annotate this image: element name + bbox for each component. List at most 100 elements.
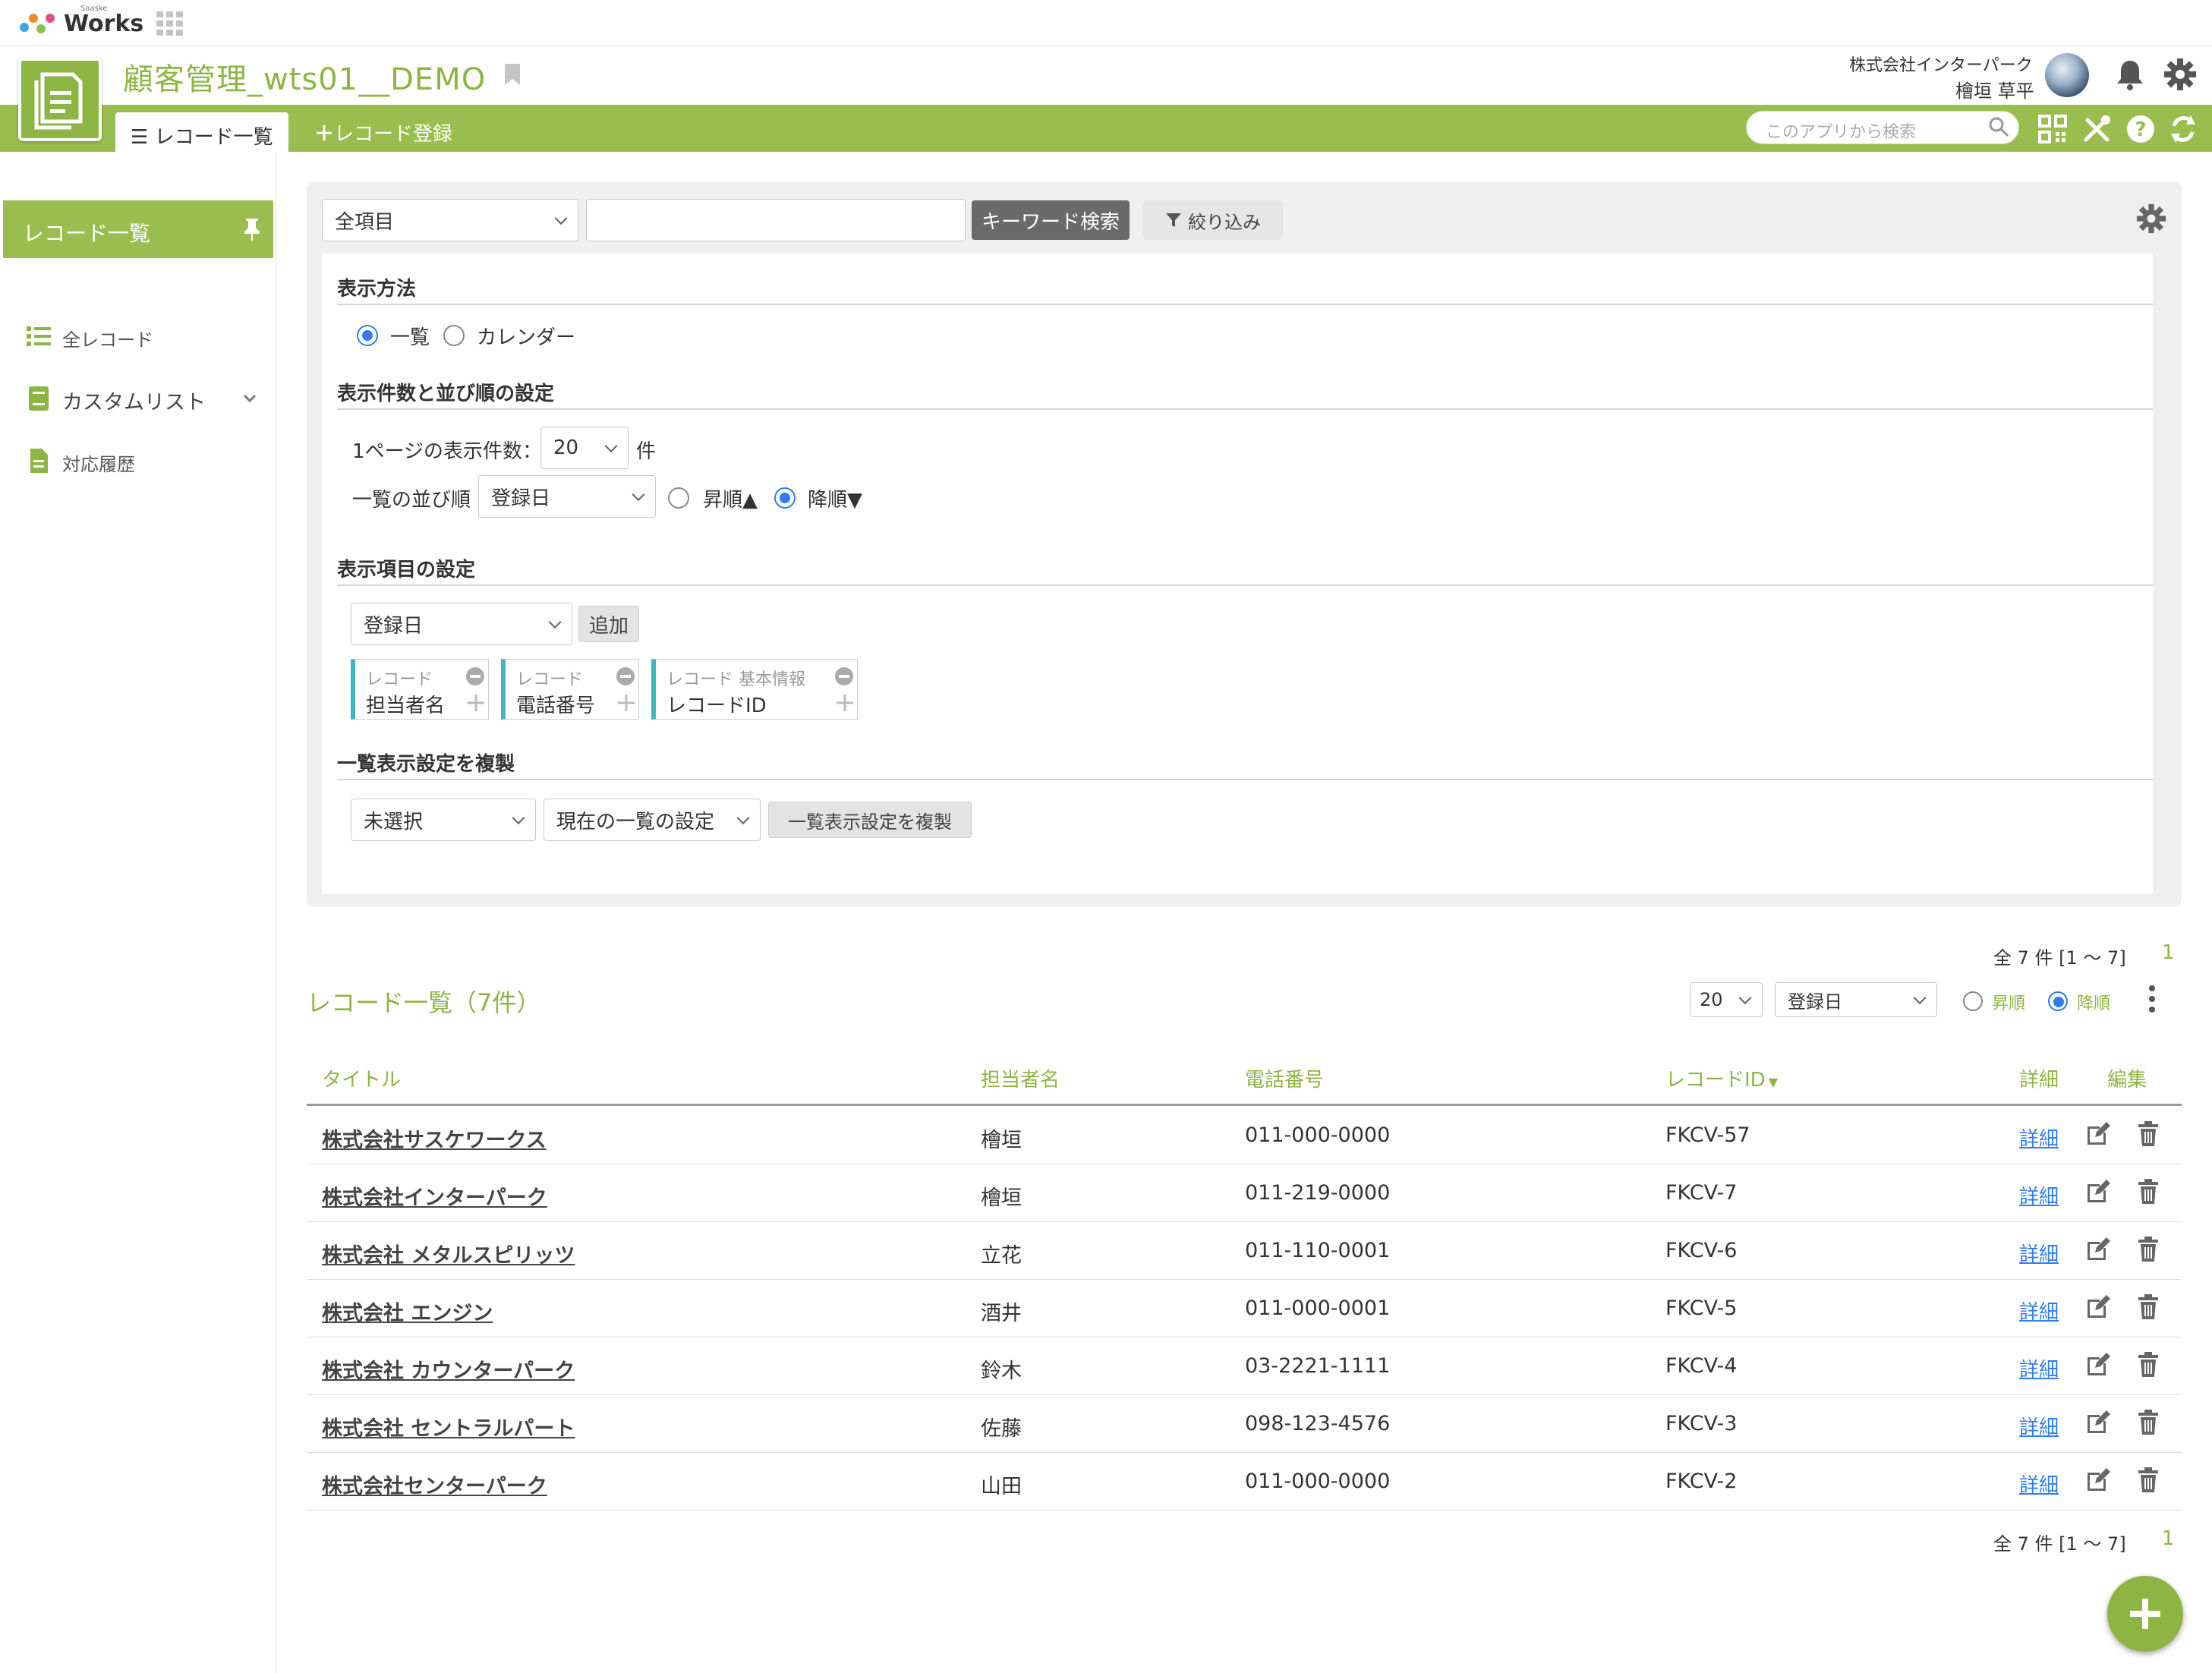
detail-link[interactable]: 詳細: [2019, 1123, 2059, 1152]
copy-source-select[interactable]: 未選択: [351, 799, 536, 841]
column-chip[interactable]: レコード 基本情報 レコードID: [651, 659, 858, 720]
works-logo-icon[interactable]: [17, 8, 59, 38]
list-radio-asc[interactable]: [1963, 991, 1983, 1011]
detail-link[interactable]: 詳細: [2019, 1470, 2059, 1498]
trash-icon[interactable]: [2135, 1467, 2162, 1494]
radio-display-calendar-label: カレンダー: [477, 326, 576, 349]
bookmark-icon[interactable]: [503, 62, 522, 87]
record-title-link[interactable]: 株式会社 メタルスピリッツ: [322, 1239, 575, 1268]
tab-record-list[interactable]: ☰ レコード一覧: [115, 112, 288, 152]
tab-record-register[interactable]: ＋レコード登録: [314, 118, 452, 147]
tools-icon[interactable]: [2081, 114, 2112, 144]
divider: [337, 779, 2153, 780]
detail-link[interactable]: 詳細: [2019, 1296, 2059, 1325]
more-menu-icon[interactable]: [2142, 984, 2162, 1014]
table-row: 株式会社センターパーク 山田 011-000-0000 FKCV-2 詳細: [307, 1453, 2182, 1511]
record-title-link[interactable]: 株式会社 エンジン: [322, 1296, 493, 1326]
radio-display-list[interactable]: [357, 325, 378, 346]
record-title-link[interactable]: 株式会社サスケワークス: [322, 1123, 547, 1153]
edit-icon[interactable]: [2084, 1467, 2112, 1494]
radio-display-calendar[interactable]: [443, 325, 465, 346]
move-icon[interactable]: [466, 693, 486, 713]
column-header-title[interactable]: タイトル: [322, 1064, 401, 1092]
detail-link[interactable]: 詳細: [2019, 1239, 2059, 1267]
record-title-link[interactable]: 株式会社インターパーク: [322, 1181, 547, 1211]
record-person: 檜垣: [981, 1186, 1022, 1210]
pagination-page[interactable]: 1: [2162, 941, 2175, 964]
add-column-button[interactable]: 追加: [578, 606, 639, 642]
pagination-page-bottom[interactable]: 1: [2162, 1527, 2175, 1550]
chip-name: 電話番号: [516, 695, 596, 717]
gear-icon[interactable]: [2136, 203, 2166, 234]
edit-icon[interactable]: [2084, 1120, 2112, 1148]
avatar[interactable]: [2045, 53, 2089, 97]
copy-setting-button[interactable]: 一覧表示設定を複製: [768, 802, 972, 838]
detail-link[interactable]: 詳細: [2019, 1412, 2059, 1440]
keyword-input[interactable]: [586, 199, 966, 241]
radio-order-desc[interactable]: [774, 487, 796, 509]
trash-icon[interactable]: [2135, 1409, 2162, 1436]
trash-icon[interactable]: [2135, 1120, 2162, 1148]
gear-icon[interactable]: [2163, 58, 2197, 91]
remove-icon[interactable]: [835, 667, 853, 685]
add-record-button[interactable]: [2107, 1576, 2183, 1652]
trash-icon[interactable]: [2135, 1293, 2162, 1321]
pin-icon[interactable]: [241, 217, 263, 241]
order-field-select[interactable]: 登録日: [478, 475, 656, 518]
tab-record-register-label: レコード登録: [334, 123, 453, 146]
remove-icon[interactable]: [466, 667, 484, 685]
column-field-select[interactable]: 登録日: [351, 603, 572, 645]
column-header-phone[interactable]: 電話番号: [1245, 1064, 1324, 1092]
user-name[interactable]: 檜垣 草平: [1955, 76, 2034, 102]
list-sort-select[interactable]: 登録日: [1775, 982, 1937, 1017]
trash-icon[interactable]: [2135, 1236, 2162, 1263]
record-title-link[interactable]: 株式会社 セントラルパート: [322, 1412, 575, 1441]
sidebar-item-custom-list[interactable]: カスタムリスト: [62, 386, 206, 415]
app-grid-icon[interactable]: [155, 11, 185, 36]
sync-icon[interactable]: [2168, 114, 2198, 144]
edit-icon[interactable]: [2084, 1178, 2112, 1205]
detail-link[interactable]: 詳細: [2019, 1354, 2059, 1382]
sidebar-item-history[interactable]: 対応履歴: [62, 449, 135, 476]
list-radio-asc-label: 昇順: [1992, 994, 2026, 1013]
record-id: FKCV-4: [1665, 1354, 1738, 1378]
chip-name: 担当者名: [366, 695, 446, 717]
radio-order-asc[interactable]: [668, 487, 689, 509]
move-icon[interactable]: [835, 693, 855, 713]
trash-icon[interactable]: [2135, 1351, 2162, 1378]
list-radio-desc-label: 降順: [2077, 994, 2111, 1013]
keyword-search-button[interactable]: キーワード検索: [972, 200, 1130, 240]
per-page-select[interactable]: 20: [540, 427, 629, 469]
bell-icon[interactable]: [2115, 58, 2145, 91]
list-per-page-select[interactable]: 20: [1690, 982, 1763, 1017]
list-icon: ☰: [131, 126, 149, 149]
column-header-record-id[interactable]: レコードID ▼: [1665, 1064, 1778, 1092]
detail-link[interactable]: 詳細: [2019, 1181, 2059, 1209]
app-icon[interactable]: [18, 58, 102, 141]
record-title-link[interactable]: 株式会社 カウンターパーク: [322, 1354, 575, 1384]
list-radio-desc[interactable]: [2048, 991, 2068, 1011]
edit-icon[interactable]: [2084, 1409, 2112, 1436]
qr-code-icon[interactable]: [2037, 114, 2068, 144]
copy-target-select[interactable]: 現在の一覧の設定: [544, 799, 761, 841]
table-row: 株式会社 エンジン 酒井 011-000-0001 FKCV-5 詳細: [307, 1280, 2182, 1337]
help-icon[interactable]: ?: [2125, 114, 2156, 144]
chevron-down-icon[interactable]: [241, 390, 258, 407]
remove-icon[interactable]: [616, 667, 635, 685]
edit-icon[interactable]: [2084, 1351, 2112, 1378]
record-title-link[interactable]: 株式会社センターパーク: [322, 1470, 547, 1499]
divider: [337, 304, 2153, 305]
brand-name[interactable]: Works: [64, 11, 143, 37]
trash-icon[interactable]: [2135, 1178, 2162, 1205]
record-phone: 011-219-0000: [1245, 1181, 1391, 1205]
field-select[interactable]: 全項目: [322, 199, 578, 241]
move-icon[interactable]: [616, 693, 636, 713]
column-header-person[interactable]: 担当者名: [981, 1064, 1060, 1092]
edit-icon[interactable]: [2084, 1293, 2112, 1321]
search-icon[interactable]: [1987, 115, 2010, 138]
narrow-button[interactable]: 絞り込み: [1143, 200, 1283, 240]
sidebar-item-all-records[interactable]: 全レコード: [62, 325, 153, 351]
column-chip[interactable]: レコード 電話番号: [501, 659, 639, 720]
column-chip[interactable]: レコード 担当者名: [351, 659, 489, 720]
edit-icon[interactable]: [2084, 1236, 2112, 1263]
